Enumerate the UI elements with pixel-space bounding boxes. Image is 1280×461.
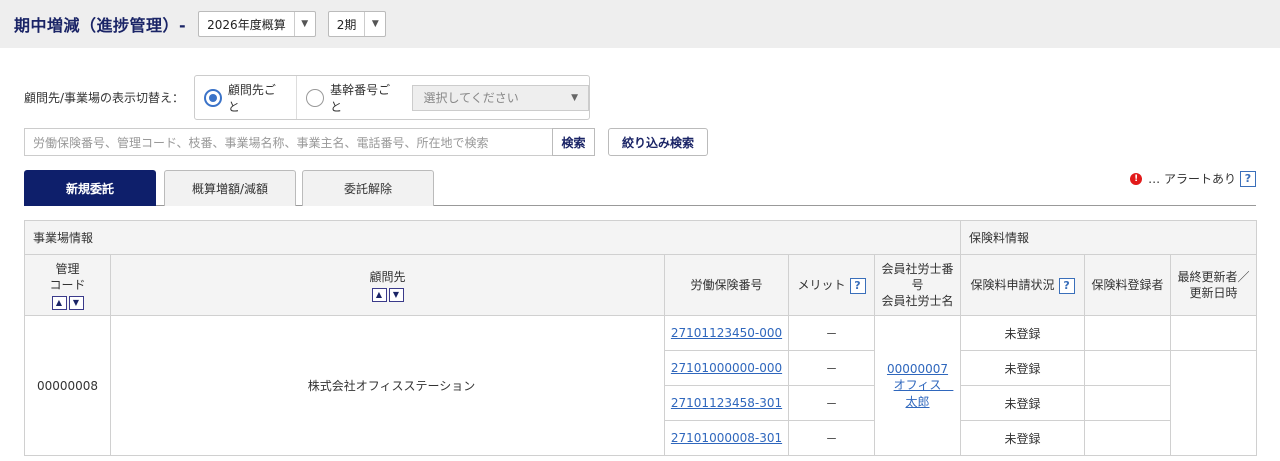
- sort-buttons: ▲ ▼: [51, 295, 84, 310]
- tab-bar: 新規委託 概算増額/減額 委託解除: [24, 170, 1256, 206]
- sort-desc-icon[interactable]: ▼: [68, 295, 84, 310]
- year-select-value: 2026年度概算: [199, 12, 295, 36]
- cell-registrant: [1084, 315, 1172, 351]
- col-header-status-label: 保険料申請状況: [970, 277, 1055, 292]
- base-number-select: 選択してください ▼: [412, 84, 590, 111]
- cell-client: 株式会社オフィスステーション: [110, 315, 665, 456]
- cell-insurance-no: 27101123450-000: [664, 315, 789, 351]
- col-header-code-label-2: コード: [49, 277, 86, 292]
- sort-asc-icon[interactable]: ▲: [371, 287, 387, 302]
- col-header-client: 顧問先 ▲ ▼: [110, 254, 665, 316]
- radio-unchecked-icon[interactable]: [306, 88, 325, 107]
- period-select-value: 2期: [329, 12, 366, 36]
- cell-updated: [1170, 315, 1258, 351]
- cell-merit: －: [788, 315, 875, 351]
- search-input[interactable]: 労働保険番号、管理コード、枝番、事業場名称、事業主名、電話番号、所在地で検索: [24, 128, 552, 156]
- radio-checked-icon[interactable]: [204, 88, 222, 107]
- chevron-down-icon: ▼: [571, 92, 579, 103]
- sort-desc-icon[interactable]: ▼: [388, 287, 404, 302]
- col-header-member-label-3: 会員社労士名: [881, 294, 954, 308]
- col-header-updated-label-2: 更新日時: [1189, 286, 1238, 300]
- cell-merit: －: [788, 420, 875, 456]
- group-header-business: 事業場情報: [23, 220, 962, 255]
- page-header: 期中増減（進捗管理）- 2026年度概算 ▼ 2期 ▼: [0, 0, 1280, 48]
- radio-by-base-number-label: 基幹番号ごと: [330, 82, 391, 114]
- display-toggle-label: 顧問先/事業場の表示切替え：: [24, 91, 185, 105]
- cell-registrant: [1084, 350, 1172, 386]
- member-name-link-2[interactable]: 太郎: [875, 393, 960, 410]
- table-row: 00000008 株式会社オフィスステーション 27101123450-000 …: [24, 315, 1258, 456]
- sort-buttons: ▲ ▼: [371, 287, 404, 302]
- cell-updated: [1170, 350, 1258, 456]
- insurance-no-link[interactable]: 27101000008-301: [671, 431, 782, 445]
- help-icon[interactable]: ?: [1240, 170, 1256, 187]
- col-header-code: 管理 コード ▲ ▼: [24, 254, 111, 316]
- tab-estimate-change[interactable]: 概算増額/減額: [164, 170, 296, 206]
- col-header-member-label-1: 会員社労士番: [881, 262, 954, 276]
- search-button[interactable]: 検索: [552, 128, 595, 156]
- client-table: 事業場情報 保険料情報 管理 コード ▲ ▼ 顧問先 ▲ ▼ 労働保険番号 メリット…: [23, 220, 1258, 456]
- radio-by-base-number[interactable]: 基幹番号ごと: [297, 76, 410, 119]
- group-header-premium: 保険料情報: [960, 220, 1258, 255]
- year-select[interactable]: 2026年度概算 ▼: [198, 11, 316, 37]
- insurance-no-link[interactable]: 27101000000-000: [671, 361, 782, 375]
- col-header-client-label: 顧問先: [369, 269, 406, 284]
- tab-new-contract[interactable]: 新規委託: [24, 170, 156, 206]
- col-header-member-label-2: 号: [911, 278, 924, 292]
- period-select[interactable]: 2期 ▼: [327, 11, 387, 37]
- member-no-link[interactable]: 00000007: [875, 362, 960, 376]
- cell-status: 未登録: [960, 420, 1086, 456]
- cell-code: 00000008: [24, 315, 111, 456]
- search-bar: 労働保険番号、管理コード、枝番、事業場名称、事業主名、電話番号、所在地で検索 検…: [24, 128, 708, 156]
- cell-registrant: [1084, 420, 1172, 456]
- col-header-updated-label-1: 最終更新者／: [1177, 270, 1250, 284]
- col-header-insurance-no: 労働保険番号: [664, 254, 789, 316]
- sort-asc-icon[interactable]: ▲: [51, 295, 67, 310]
- col-header-status: 保険料申請状況?: [960, 254, 1086, 316]
- tab-contract-cancel[interactable]: 委託解除: [302, 170, 434, 206]
- chevron-down-icon: ▼: [301, 19, 309, 29]
- page-title: 期中増減（進捗管理）-: [14, 16, 187, 35]
- display-toggle-group: 顧問先ごと 基幹番号ごと 選択してください ▼: [194, 75, 591, 120]
- col-header-updated: 最終更新者／ 更新日時: [1170, 254, 1258, 316]
- col-header-member: 会員社労士番 号 会員社労士名: [873, 254, 962, 316]
- display-toggle: 顧問先/事業場の表示切替え： 顧問先ごと 基幹番号ごと 選択してください ▼: [24, 75, 591, 120]
- cell-insurance-no: 27101000000-000: [664, 350, 789, 386]
- col-header-code-label-1: 管理: [55, 261, 80, 276]
- insurance-no-link[interactable]: 27101123450-000: [671, 326, 782, 340]
- insurance-no-link[interactable]: 27101123458-301: [671, 396, 782, 410]
- cell-status: 未登録: [960, 315, 1086, 351]
- help-icon[interactable]: ?: [1058, 277, 1075, 294]
- cell-registrant: [1084, 385, 1172, 421]
- cell-member: 00000007 オフィス 太郎: [873, 315, 962, 456]
- cell-merit: －: [788, 350, 875, 386]
- cell-merit: －: [788, 385, 875, 421]
- filter-search-button[interactable]: 絞り込み検索: [608, 128, 708, 156]
- radio-by-client-label: 顧問先ごと: [227, 82, 276, 114]
- cell-status: 未登録: [960, 385, 1086, 421]
- cell-status: 未登録: [960, 350, 1086, 386]
- alert-legend-text: … アラートあり: [1148, 172, 1236, 186]
- chevron-down-icon: ▼: [371, 19, 379, 29]
- help-icon[interactable]: ?: [849, 277, 866, 294]
- base-number-select-placeholder: 選択してください: [423, 91, 519, 105]
- alert-icon: !: [1130, 172, 1143, 185]
- cell-insurance-no: 27101123458-301: [664, 385, 789, 421]
- alert-legend: ! … アラートあり ?: [1130, 170, 1256, 187]
- col-header-merit: メリット?: [788, 254, 875, 316]
- col-header-merit-label: メリット: [797, 277, 846, 292]
- member-name-link-1[interactable]: オフィス: [875, 376, 960, 393]
- col-header-registrant: 保険料登録者: [1084, 254, 1172, 316]
- radio-by-client[interactable]: 顧問先ごと: [195, 76, 298, 119]
- cell-insurance-no: 27101000008-301: [664, 420, 789, 456]
